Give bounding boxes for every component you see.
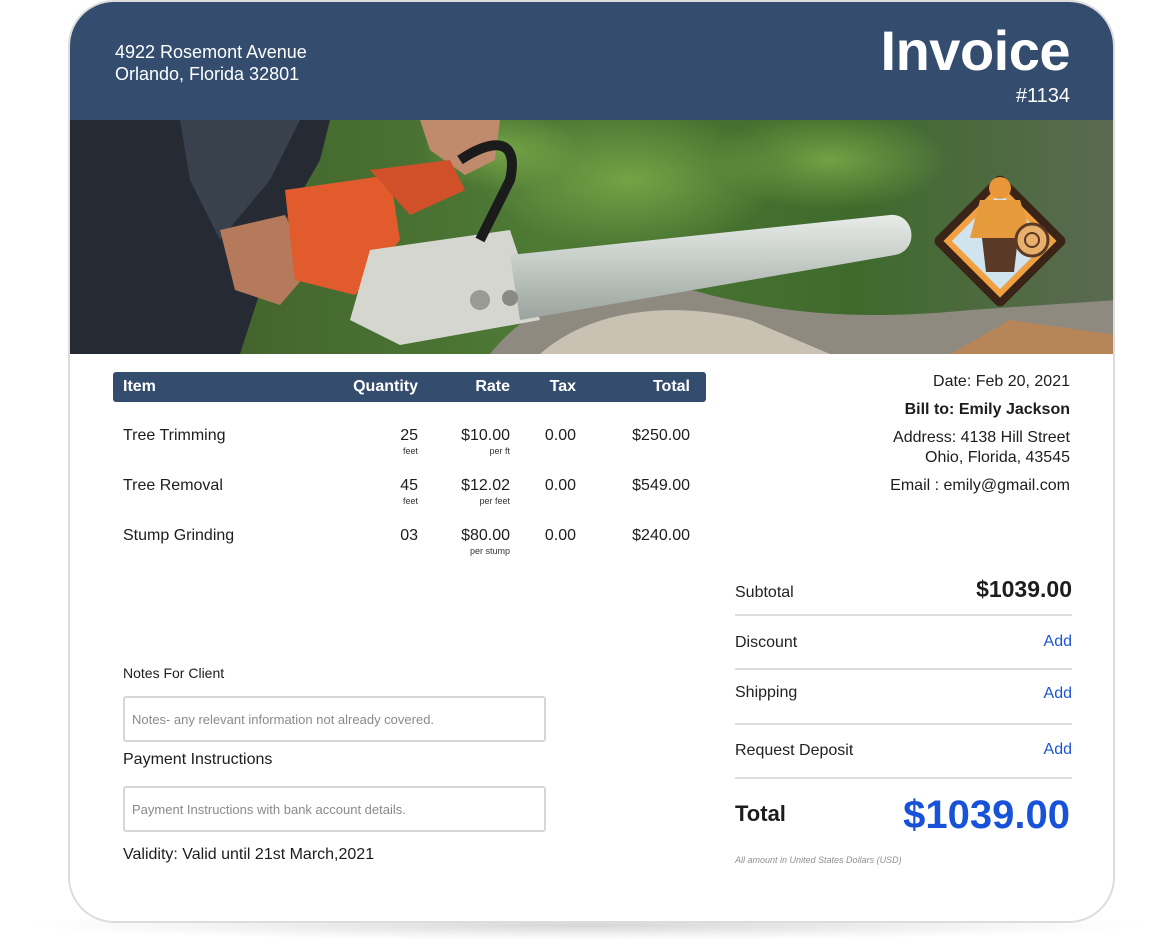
bill-email: Email : emily@gmail.com — [890, 477, 1070, 494]
add-discount-link[interactable]: Add — [1044, 633, 1072, 651]
payment-instructions-label: Payment Instructions — [123, 751, 273, 768]
deposit-row: Request Deposit Add — [735, 725, 1072, 779]
invoice-number: #1134 — [1015, 85, 1070, 107]
row-total: $250.00 — [632, 427, 690, 444]
subtotal-label: Subtotal — [735, 584, 794, 601]
bill-address-line2: Ohio, Florida, 43545 — [925, 449, 1070, 466]
row-tax: 0.00 — [544, 527, 576, 544]
row-total: $549.00 — [632, 477, 690, 494]
validity-text: Validity: Valid until 21st March,2021 — [123, 846, 375, 863]
row-total: $240.00 — [632, 527, 690, 544]
row-tax: 0.00 — [544, 477, 576, 494]
row-qty-unit: feet — [402, 446, 418, 456]
row-rate: $12.02 — [461, 477, 510, 494]
payment-instructions-field[interactable] — [123, 786, 546, 832]
notes-label: Notes For Client — [123, 665, 225, 681]
company-address-line1: 4922 Rosemont Avenue — [115, 42, 307, 62]
row-qty: 03 — [400, 527, 418, 544]
company-address: 4922 Rosemont Avenue Orlando, Florida 32… — [115, 41, 307, 85]
bill-to: Bill to: Emily Jackson — [904, 401, 1070, 418]
total-label: Total — [735, 801, 786, 826]
row-item: Tree Removal — [123, 477, 223, 494]
col-item: Item — [123, 378, 156, 395]
subtotal-value: $1039.00 — [976, 576, 1072, 602]
discount-label: Discount — [735, 634, 798, 651]
col-tax: Tax — [549, 378, 576, 395]
table-row: Tree Removal 45 feet $12.02 per feet 0.0… — [113, 476, 706, 516]
banner-photo — [70, 120, 1113, 354]
chainsaw-photo-icon — [70, 120, 1113, 354]
add-shipping-link[interactable]: Add — [1044, 685, 1072, 703]
notes-field[interactable] — [123, 696, 546, 742]
currency-note: All amount in United States Dollars (USD… — [735, 855, 902, 865]
row-item: Stump Grinding — [123, 527, 235, 544]
col-quantity: Quantity — [353, 378, 418, 395]
table-row: Tree Trimming 25 feet $10.00 per ft 0.00… — [113, 426, 706, 466]
subtotal-row: Subtotal $1039.00 — [735, 572, 1072, 616]
invoice-card: 4922 Rosemont Avenue Orlando, Florida 32… — [68, 0, 1115, 923]
col-rate: Rate — [475, 378, 510, 395]
add-deposit-link[interactable]: Add — [1044, 741, 1072, 759]
discount-row: Discount Add — [735, 616, 1072, 670]
row-qty: 25 — [400, 427, 418, 444]
shipping-label: Shipping — [735, 684, 798, 701]
row-rate: $80.00 — [461, 527, 510, 544]
row-rate-unit: per feet — [479, 496, 510, 506]
row-qty: 45 — [400, 477, 418, 494]
company-address-line2: Orlando, Florida 32801 — [115, 64, 300, 84]
row-tax: 0.00 — [544, 427, 576, 444]
total-value: $1039.00 — [903, 793, 1070, 837]
table-row: Stump Grinding 03 $80.00 per stump 0.00 … — [113, 526, 706, 566]
row-rate-unit: per stump — [469, 546, 510, 556]
col-total: Total — [652, 378, 690, 395]
row-rate: $10.00 — [461, 427, 510, 444]
row-item: Tree Trimming — [123, 427, 226, 444]
request-deposit-label: Request Deposit — [735, 742, 854, 759]
invoice-date: Date: Feb 20, 2021 — [933, 373, 1070, 390]
items-table-header: Item Quantity Rate Tax Total — [113, 372, 706, 402]
invoice-title: Invoice — [880, 19, 1071, 82]
bill-address-line1: Address: 4138 Hill Street — [893, 429, 1070, 446]
row-qty-unit: feet — [402, 496, 418, 506]
invoice-header: 4922 Rosemont Avenue Orlando, Florida 32… — [70, 2, 1113, 120]
row-rate-unit: per ft — [489, 446, 510, 456]
shipping-row: Shipping Add — [735, 670, 1072, 725]
